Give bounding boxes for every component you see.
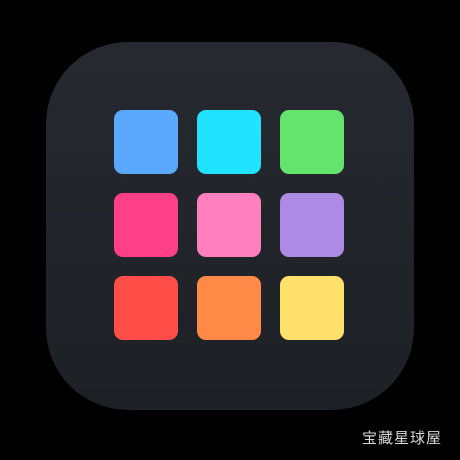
tile-cyan (197, 110, 261, 174)
tile-blue (114, 110, 178, 174)
tile-light-pink (197, 193, 261, 257)
tile-yellow (280, 276, 344, 340)
tile-pink (114, 193, 178, 257)
tile-lavender (280, 193, 344, 257)
canvas: 宝藏星球屋 (0, 0, 460, 460)
tile-red (114, 276, 178, 340)
tile-green (280, 110, 344, 174)
watermark-text: 宝藏星球屋 (361, 429, 442, 447)
app-icon[interactable] (46, 42, 414, 410)
tile-orange (197, 276, 261, 340)
